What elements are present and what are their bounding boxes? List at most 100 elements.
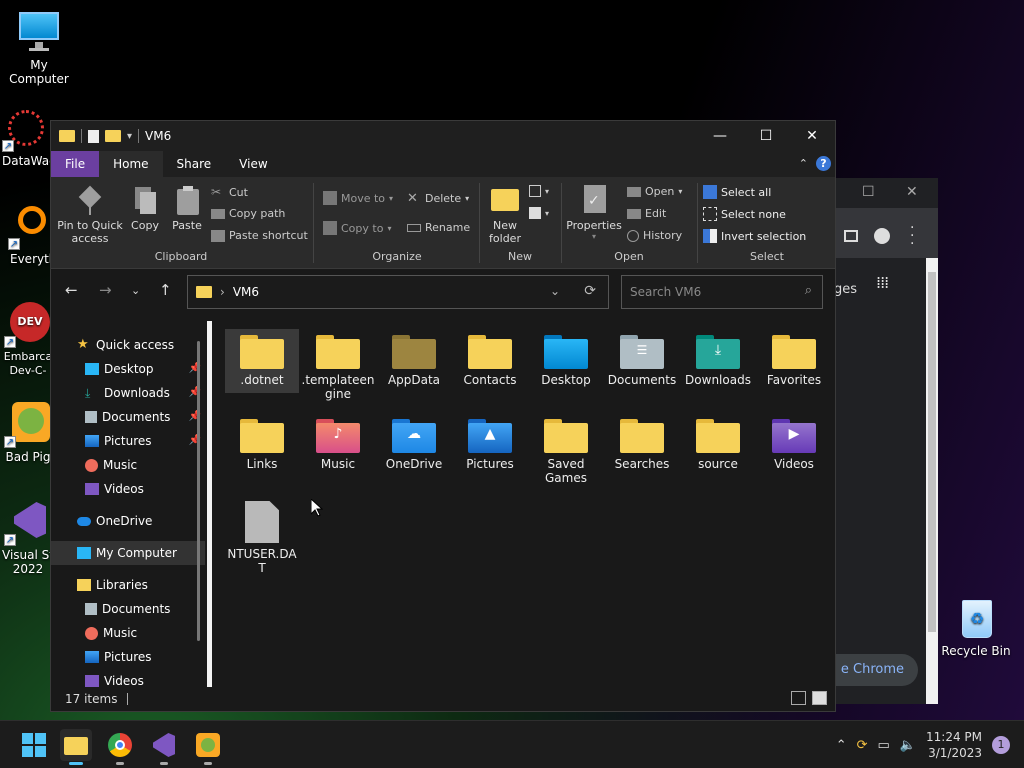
nav-my-computer[interactable]: My Computer xyxy=(51,541,205,565)
nav-lib-videos[interactable]: Videos xyxy=(51,669,205,689)
properties-icon[interactable] xyxy=(88,129,99,143)
close-button[interactable]: ✕ xyxy=(789,121,835,151)
taskbar-chrome-icon[interactable] xyxy=(104,729,136,765)
file-item-videos[interactable]: ▶ Videos xyxy=(757,413,831,471)
chrome-apps-icon[interactable]: ⁞⁞⁞ xyxy=(876,275,889,291)
paste-button[interactable]: Paste xyxy=(169,183,205,232)
file-item-downloads[interactable]: ⤓ Downloads xyxy=(681,329,755,387)
chrome-scrollbar-thumb[interactable] xyxy=(928,272,936,632)
network-icon[interactable]: ▭ xyxy=(878,738,890,753)
maximize-button[interactable]: ☐ xyxy=(743,121,789,151)
file-item-music[interactable]: ♪ Music xyxy=(301,413,375,471)
refresh-icon[interactable]: ⟳ xyxy=(584,283,596,299)
nav-lib-music[interactable]: Music xyxy=(51,621,205,645)
file-item-links[interactable]: Links xyxy=(225,413,299,471)
new-folder-icon[interactable] xyxy=(105,130,121,142)
up-arrow-icon[interactable]: ↑ xyxy=(159,281,172,299)
notification-badge[interactable]: 1 xyxy=(992,736,1010,754)
nav-onedrive[interactable]: OneDrive xyxy=(51,509,205,533)
cut-button[interactable]: ✂ Cut xyxy=(211,185,248,199)
new-item-button[interactable]: ▾ xyxy=(529,185,549,197)
desktop-icon-recycle-bin[interactable]: ♻ Recycle Bin xyxy=(936,596,1016,658)
minimize-button[interactable]: — xyxy=(697,121,743,151)
properties-button[interactable]: ✓ Properties ▾ xyxy=(565,183,623,241)
chrome-close-icon[interactable]: ✕ xyxy=(906,184,918,200)
easy-access-button[interactable]: ▾ xyxy=(529,207,549,219)
history-button[interactable]: History xyxy=(627,229,682,242)
file-item-dotnet[interactable]: .dotnet xyxy=(225,329,299,393)
file-item-templateengine[interactable]: .templateengine xyxy=(301,329,375,401)
chrome-maximize-icon[interactable]: ☐ xyxy=(862,184,875,200)
tab-view[interactable]: View xyxy=(225,151,281,177)
file-item-desktop[interactable]: Desktop xyxy=(529,329,603,387)
pane-splitter[interactable] xyxy=(207,321,212,689)
taskbar-file-explorer-icon[interactable] xyxy=(60,729,92,765)
desktop-icon-my-computer[interactable]: My Computer xyxy=(0,10,78,86)
file-item-contacts[interactable]: Contacts xyxy=(453,329,527,387)
invert-selection-button[interactable]: Invert selection xyxy=(703,229,806,243)
nav-pictures[interactable]: Pictures 📌 xyxy=(51,429,205,453)
file-item-searches[interactable]: Searches xyxy=(605,413,679,471)
delete-button[interactable]: ✕ Delete ▾ xyxy=(407,191,469,206)
desktop-icon-embarcadero[interactable]: DEV ↗ Embarca Dev-C- xyxy=(0,302,56,378)
details-view-icon[interactable] xyxy=(791,691,806,705)
large-icons-view-icon[interactable] xyxy=(812,691,827,705)
nav-quick-access[interactable]: ★ Quick access xyxy=(51,333,205,357)
file-item-source[interactable]: source xyxy=(681,413,755,471)
chevron-up-icon[interactable]: ⌃ xyxy=(836,738,847,753)
clock[interactable]: 11:24 PM 3/1/2023 xyxy=(926,729,982,761)
nav-lib-pictures[interactable]: Pictures xyxy=(51,645,205,669)
breadcrumb-path[interactable]: VM6 xyxy=(233,285,259,299)
rename-button[interactable]: Rename xyxy=(407,221,470,234)
tab-share[interactable]: Share xyxy=(163,151,226,177)
copy-to-button[interactable]: Copy to ▾ xyxy=(323,221,391,235)
background-chrome-window[interactable]: ☐ ✕ · · · ges ⁞⁞⁞ e Chrome xyxy=(834,178,938,704)
back-arrow-icon[interactable]: ← xyxy=(65,281,78,299)
tab-file[interactable]: File xyxy=(51,151,100,177)
file-item-saved-games[interactable]: Saved Games xyxy=(529,413,603,485)
nav-downloads[interactable]: ⤓ Downloads 📌 xyxy=(51,381,205,405)
copy-button[interactable]: Copy xyxy=(127,183,163,232)
nav-lib-documents[interactable]: Documents xyxy=(51,597,205,621)
desktop-icon-datawag[interactable]: ↗ DataWag xyxy=(0,106,57,168)
pin-to-quick-access-button[interactable]: Pin to Quick access xyxy=(57,183,123,245)
new-folder-button[interactable]: New folder xyxy=(483,183,527,245)
taskbar-bad-piggies-icon[interactable] xyxy=(192,729,224,765)
file-item-favorites[interactable]: Favorites xyxy=(757,329,831,387)
chrome-scrollbar[interactable] xyxy=(926,258,938,704)
nav-music[interactable]: Music xyxy=(51,453,205,477)
chrome-sidepanel-icon[interactable] xyxy=(844,230,858,242)
edit-button[interactable]: Edit xyxy=(627,207,666,220)
volume-icon[interactable]: 🔈 xyxy=(900,738,916,753)
chevron-up-icon[interactable]: ⌃ xyxy=(799,157,808,170)
desktop-icon-everything[interactable]: ↗ Everyth xyxy=(0,204,56,266)
taskbar-visual-studio-icon[interactable] xyxy=(148,729,180,765)
desktop-icon-visual-studio[interactable]: ↗ Visual St 2022 xyxy=(0,500,56,576)
nav-documents[interactable]: Documents 📌 xyxy=(51,405,205,429)
address-dropdown-chevron-icon[interactable]: ⌄ xyxy=(550,284,560,298)
move-to-button[interactable]: Move to ▾ xyxy=(323,191,393,205)
file-item-documents[interactable]: ☰ Documents xyxy=(605,329,679,387)
select-all-button[interactable]: Select all xyxy=(703,185,771,199)
help-icon[interactable]: ? xyxy=(816,156,831,171)
sync-icon[interactable]: ⟳ xyxy=(857,738,868,753)
chrome-button[interactable]: e Chrome xyxy=(834,654,918,686)
nav-videos[interactable]: Videos xyxy=(51,477,205,501)
file-item-pictures[interactable]: ▲ Pictures xyxy=(453,413,527,471)
file-item-onedrive[interactable]: ☁ OneDrive xyxy=(377,413,451,471)
search-input[interactable]: Search VM6 xyxy=(630,285,701,299)
chrome-menu-icon[interactable]: · · · xyxy=(910,221,914,251)
tab-home[interactable]: Home xyxy=(99,151,163,177)
search-box[interactable]: Search VM6 ⌕ xyxy=(621,275,823,309)
paste-shortcut-button[interactable]: Paste shortcut xyxy=(211,229,308,242)
select-none-button[interactable]: Select none xyxy=(703,207,786,221)
nav-libraries[interactable]: Libraries xyxy=(51,573,205,597)
file-item-ntuser-dat[interactable]: NTUSER.DAT xyxy=(225,497,299,575)
chevron-down-icon[interactable]: ▾ xyxy=(127,131,132,142)
navpane-scrollbar[interactable] xyxy=(197,341,200,641)
chrome-profile-icon[interactable] xyxy=(874,228,890,244)
recent-locations-chevron-icon[interactable]: ⌄ xyxy=(131,284,140,297)
copy-path-button[interactable]: Copy path xyxy=(211,207,285,220)
forward-arrow-icon[interactable]: → xyxy=(99,281,112,299)
file-item-appdata[interactable]: AppData xyxy=(377,329,451,387)
